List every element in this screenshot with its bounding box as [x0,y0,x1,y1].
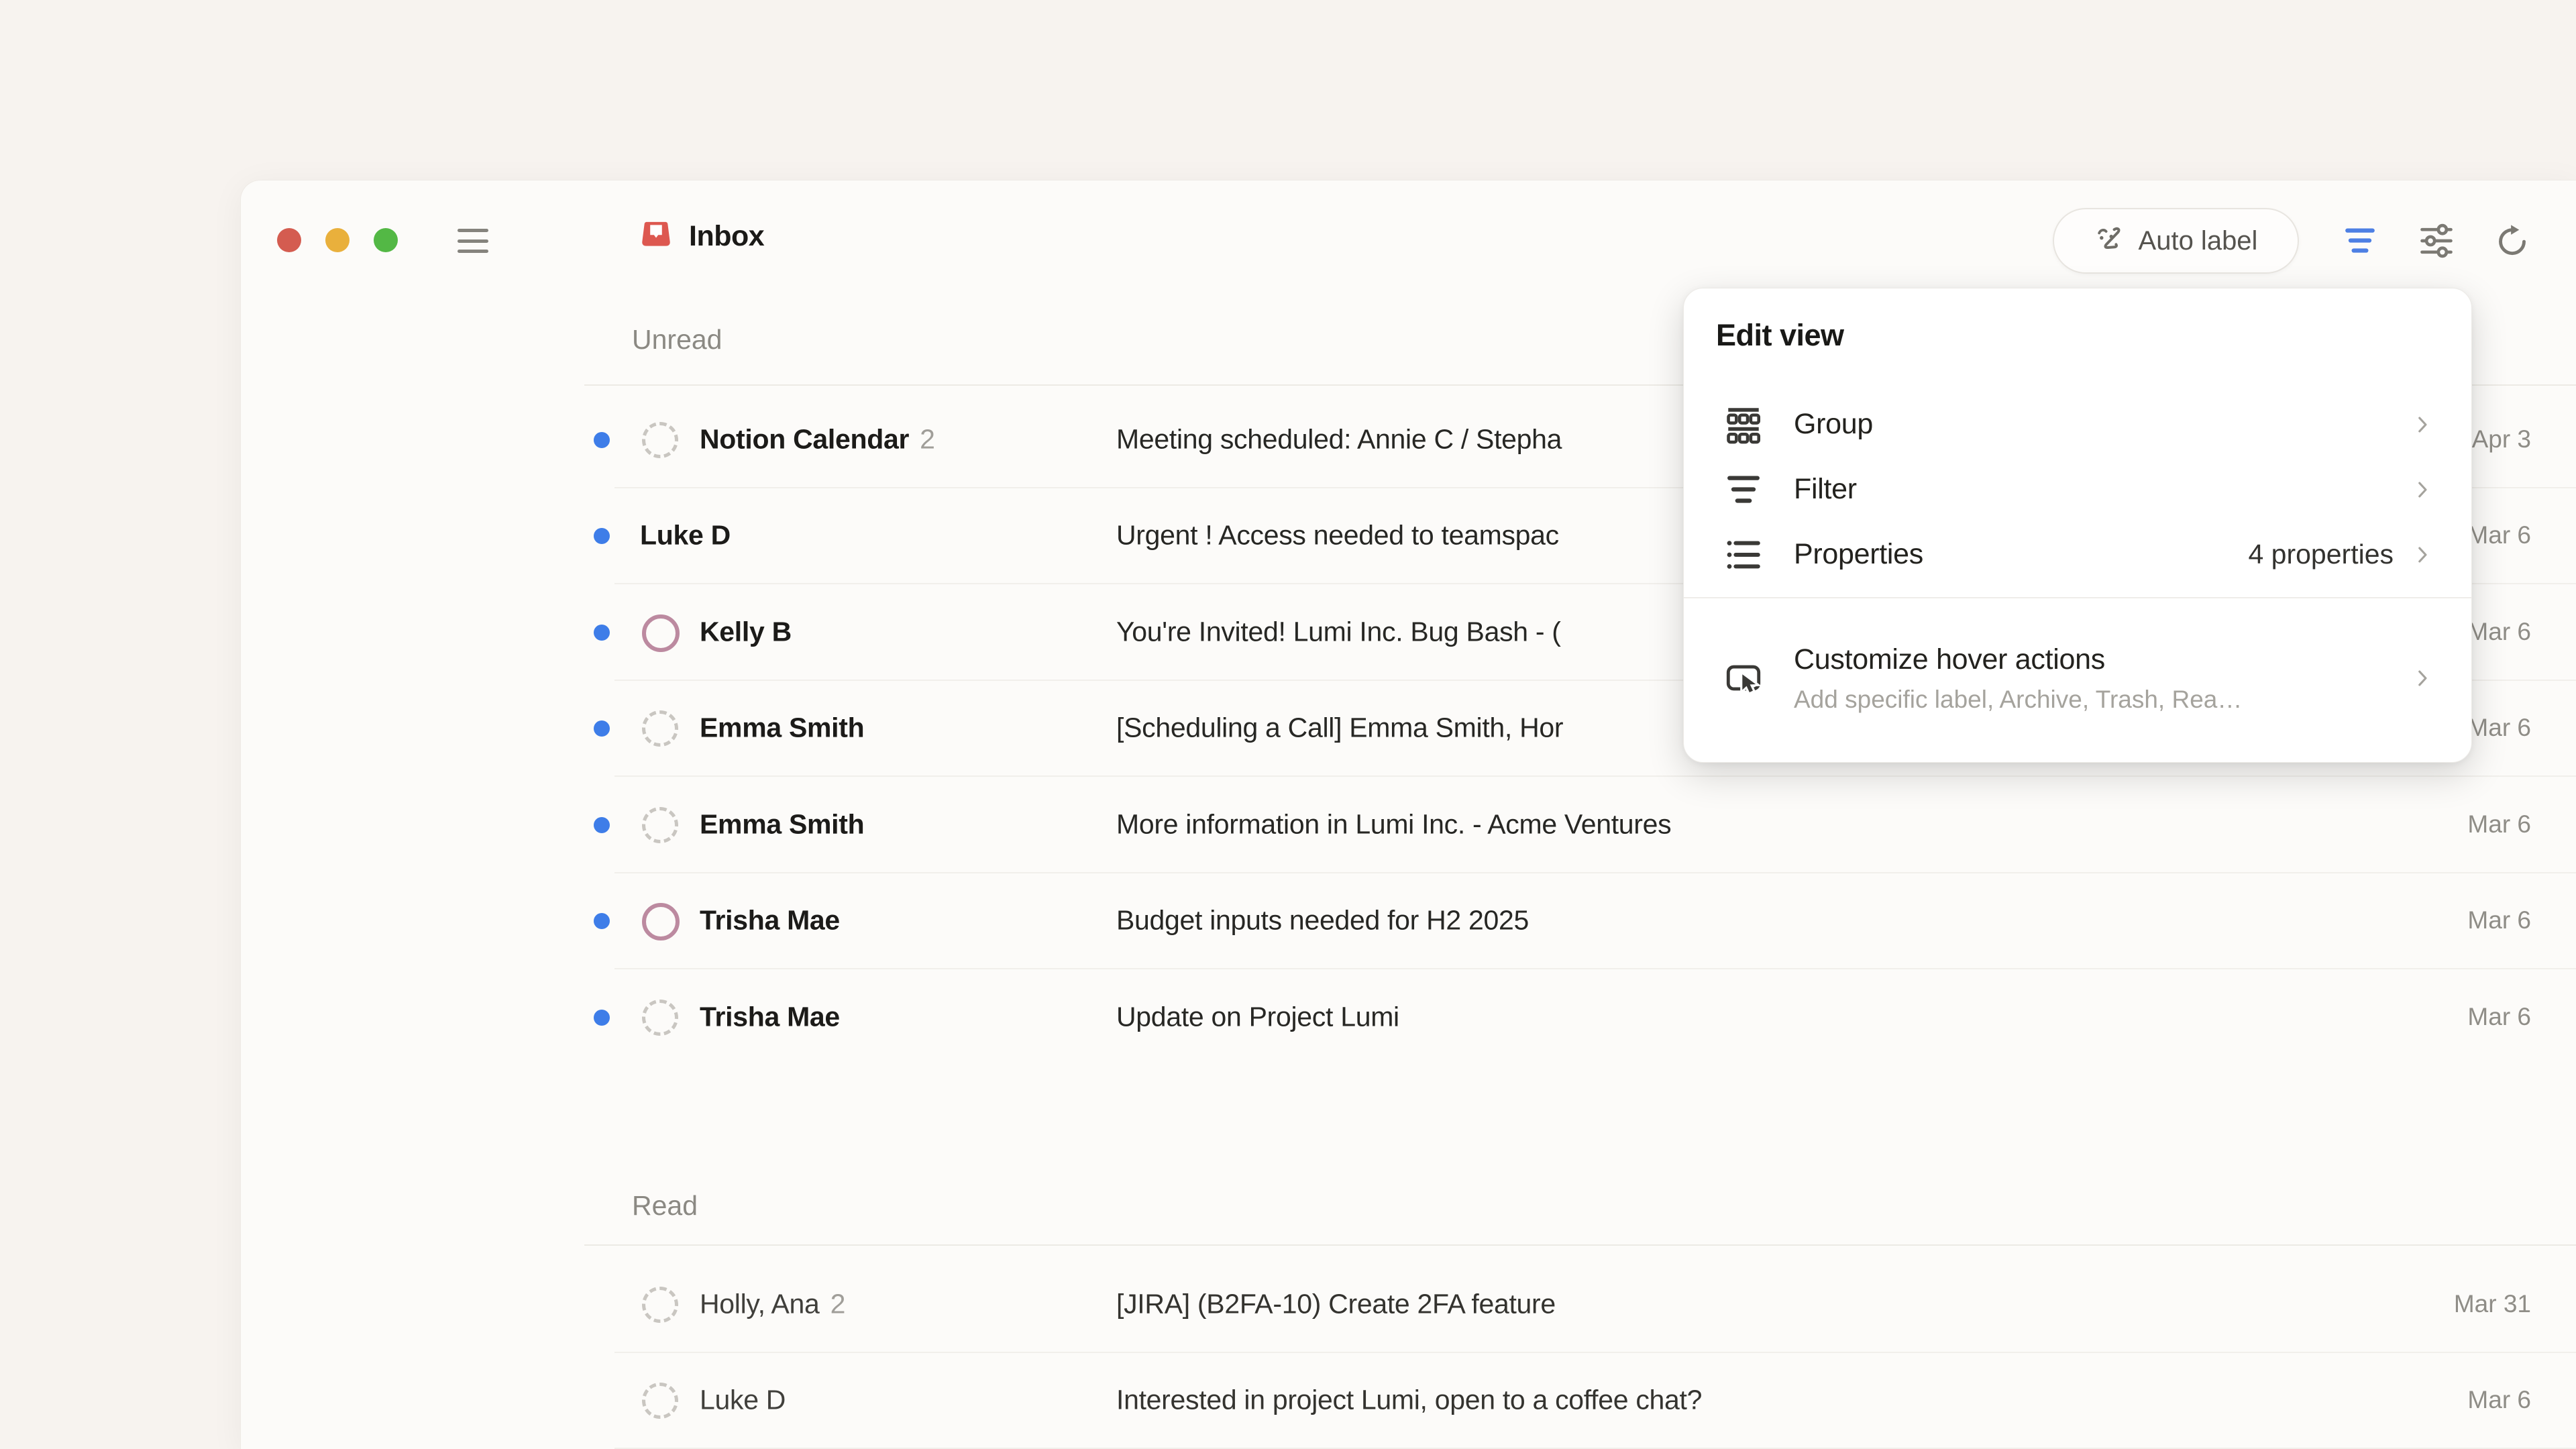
view-settings-button[interactable] [2418,222,2455,260]
sender-avatar[interactable] [642,614,680,652]
email-date: Mar 31 [2454,1290,2531,1318]
unread-indicator-dot [594,913,610,929]
sender-name: Kelly B [700,616,792,647]
auto-label-text: Auto label [2139,226,2258,256]
sender-name: Luke D [640,520,731,551]
section-header-unread: Unread [632,324,722,356]
edit-view-popover: Edit view Group [1683,288,2472,763]
sender-avatar[interactable] [642,807,678,843]
menu-item-label: Filter [1794,473,1857,506]
chevron-right-icon [2411,541,2434,568]
email-date: Apr 3 [2472,425,2531,453]
email-row[interactable]: Trisha Mae Budget inputs needed for H2 20… [241,873,2576,970]
email-date: Mar 6 [2467,1003,2531,1031]
menu-item-subtitle: Add specific label, Archive, Trash, Rea… [1794,686,2242,714]
properties-icon [1724,535,1763,574]
sender-avatar[interactable] [642,422,678,458]
sender-name: Emma Smith [700,808,864,840]
email-subject: Budget inputs needed for H2 2025 [1116,905,1529,936]
sender-avatar[interactable] [642,903,680,941]
popover-title: Edit view [1716,318,1844,353]
sliders-icon [2418,222,2455,260]
sender-avatar[interactable] [642,1383,678,1419]
menu-item-customize-hover-actions[interactable]: Customize hover actions Add specific lab… [1684,614,2471,742]
sidebar-toggle-button[interactable] [458,229,488,253]
refresh-icon [2493,222,2531,260]
email-subject: Interested in project Lumi, open to a co… [1116,1385,1702,1416]
unread-indicator-dot [594,528,610,544]
email-subject: You're Invited! Lumi Inc. Bug Bash - ( [1116,616,1561,647]
email-date: Mar 6 [2467,714,2531,742]
menu-divider [1684,597,2471,598]
menu-item-label: Group [1794,408,1873,441]
chevron-right-icon [2411,476,2434,503]
menu-item-filter[interactable]: Filter [1684,457,2471,522]
email-subject: Update on Project Lumi [1116,1001,1399,1032]
section-divider [584,1244,2576,1246]
sender-avatar[interactable] [642,710,678,747]
email-row[interactable]: Trisha Mae Update on Project Lumi Mar 6 [241,969,2576,1066]
email-subject: [JIRA] (B2FA-10) Create 2FA feature [1116,1288,1556,1320]
sender-name: Emma Smith [700,712,864,744]
sender-name: Trisha Mae [700,905,840,936]
window-controls [277,228,398,252]
email-subject: Urgent ! Access needed to teamspac [1116,520,1559,551]
group-icon [1724,405,1763,444]
thread-count: 2 [830,1288,846,1319]
desktop-background: Inbox Auto label [0,0,2576,1449]
zoom-window-button[interactable] [374,228,398,252]
sender-avatar[interactable] [642,1287,678,1323]
filter-icon [1724,470,1763,509]
email-date: Mar 6 [2467,810,2531,839]
inbox-title-group: Inbox [638,218,764,254]
inbox-logo-icon [638,218,674,254]
filter-icon [2341,222,2379,260]
email-row[interactable]: Holly, Ana2 [JIRA] (B2FA-10) Create 2FA f… [241,1256,2576,1353]
read-email-list: Holly, Ana2 [JIRA] (B2FA-10) Create 2FA f… [241,1256,2576,1449]
hamburger-icon [458,229,488,232]
chevron-right-icon [2411,411,2434,438]
menu-item-label: Customize hover actions [1794,643,2242,676]
minimize-window-button[interactable] [325,228,350,252]
mail-window: Inbox Auto label [240,180,2576,1449]
auto-label-button[interactable]: Auto label [2053,208,2299,274]
unread-indicator-dot [594,720,610,737]
sender-name: Notion Calendar2 [700,423,935,455]
hover-actions-icon [1724,659,1763,698]
unread-indicator-dot [594,817,610,833]
email-row[interactable]: Luke D Interested in project Lumi, open t… [241,1353,2576,1449]
email-subject: More information in Lumi Inc. - Acme Ven… [1116,808,1671,840]
sender-name: Luke D [700,1385,786,1416]
unread-indicator-dot [594,625,610,641]
email-date: Mar 6 [2467,906,2531,934]
email-row[interactable]: Emma Smith More information in Lumi Inc. … [241,777,2576,873]
menu-item-group[interactable]: Group [1684,392,2471,457]
chevron-right-icon [2411,665,2434,692]
email-subject: [Scheduling a Call] Emma Smith, Hor [1116,712,1563,744]
unread-indicator-dot [594,432,610,448]
auto-label-wand-icon [2094,225,2127,257]
sender-name: Trisha Mae [700,1001,840,1032]
email-subject: Meeting scheduled: Annie C / Stepha [1116,423,1562,455]
sender-avatar[interactable] [642,1000,678,1036]
section-header-read: Read [632,1190,698,1222]
filter-active-button[interactable] [2341,222,2379,260]
email-date: Mar 6 [2467,618,2531,646]
sender-name: Holly, Ana2 [700,1288,845,1320]
email-date: Mar 6 [2467,1386,2531,1414]
menu-item-properties[interactable]: Properties 4 properties [1684,522,2471,587]
close-window-button[interactable] [277,228,301,252]
email-date: Mar 6 [2467,521,2531,549]
page-title: Inbox [689,220,764,253]
menu-item-label: Properties [1794,538,1923,571]
thread-count: 2 [920,423,935,454]
refresh-button[interactable] [2493,222,2531,260]
unread-indicator-dot [594,1010,610,1026]
properties-count-value: 4 properties [2248,539,2394,570]
